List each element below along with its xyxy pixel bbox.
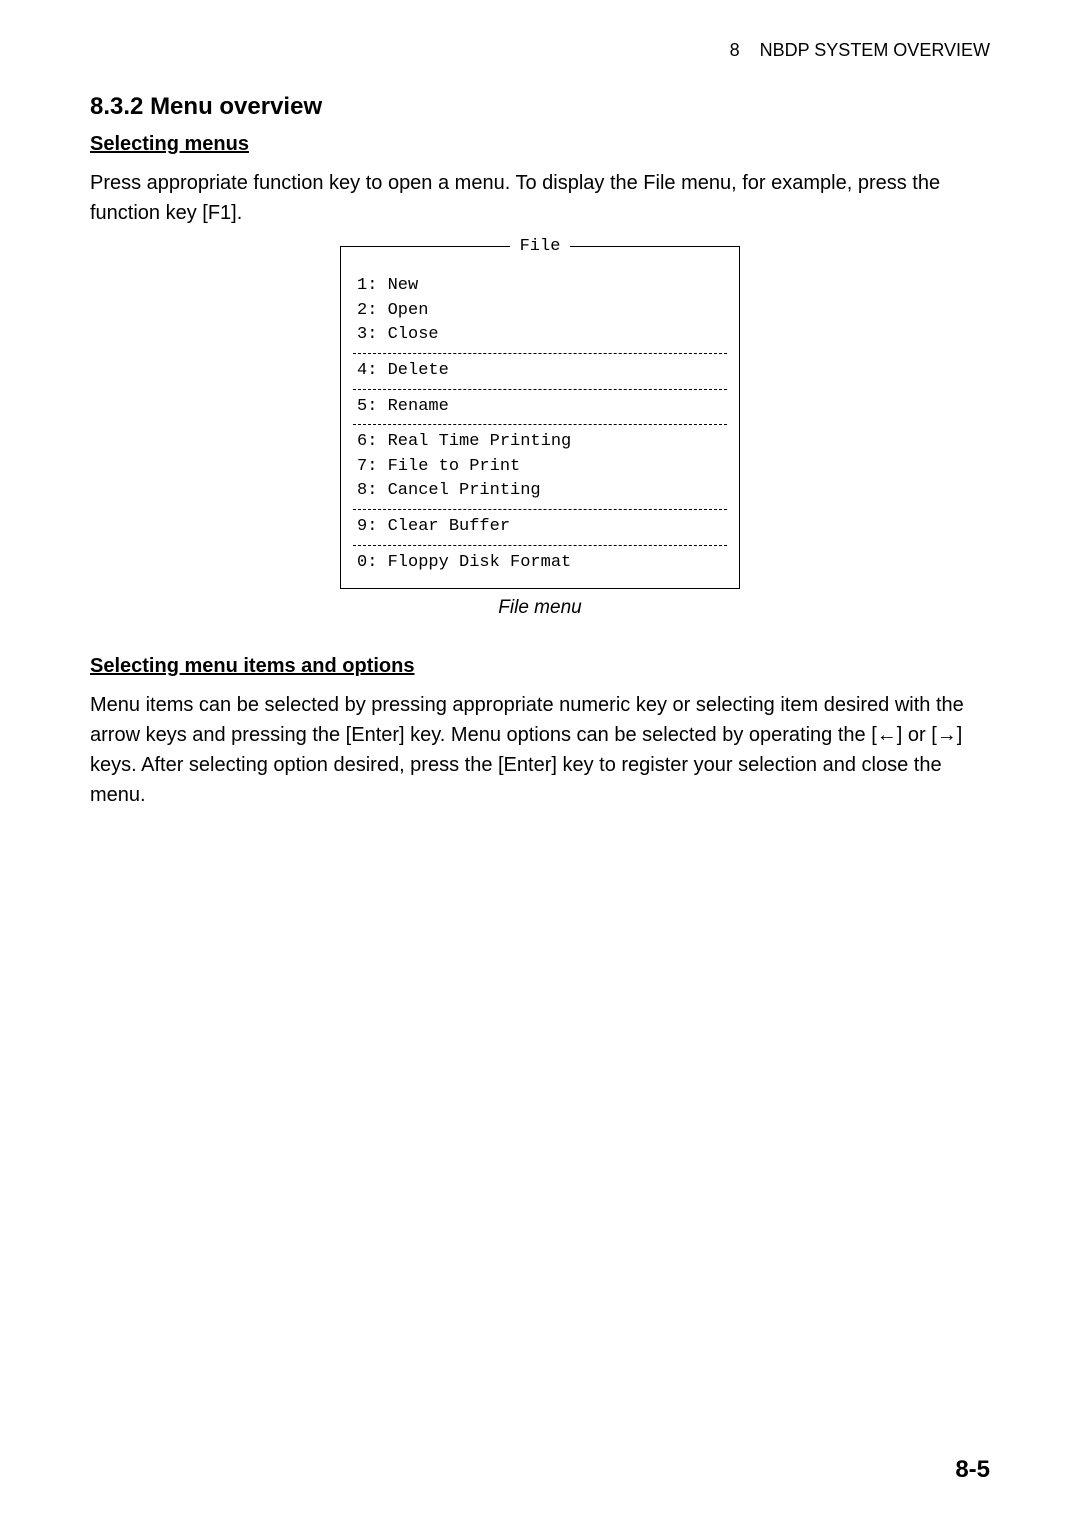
file-menu-figure: File 1: New 2: Open 3: Close 4: Delete 5… bbox=[90, 246, 990, 589]
menu-separator bbox=[353, 353, 727, 354]
page-number: 8-5 bbox=[955, 1456, 990, 1484]
menu-item-clear-buffer: 9: Clear Buffer bbox=[357, 515, 723, 540]
file-menu-group1: 1: New 2: Open 3: Close bbox=[353, 271, 727, 351]
file-menu-group5: 9: Clear Buffer bbox=[353, 512, 727, 543]
menu-item-cancel-printing: 8: Cancel Printing bbox=[357, 479, 723, 504]
menu-item-floppy-disk-format: 0: Floppy Disk Format bbox=[357, 551, 723, 576]
menu-item-real-time-printing: 6: Real Time Printing bbox=[357, 430, 723, 455]
section-number: 8.3.2 bbox=[90, 93, 143, 120]
menu-item-file-to-print: 7: File to Print bbox=[357, 455, 723, 480]
file-menu-caption: File menu bbox=[90, 597, 990, 619]
section-heading: 8.3.2 Menu overview bbox=[90, 93, 990, 121]
file-menu-title: File bbox=[510, 237, 571, 256]
file-menu-group3: 5: Rename bbox=[353, 392, 727, 423]
file-menu-group6: 0: Floppy Disk Format bbox=[353, 548, 727, 579]
file-menu-box: File 1: New 2: Open 3: Close 4: Delete 5… bbox=[340, 246, 740, 589]
menu-item-rename: 5: Rename bbox=[357, 395, 723, 420]
menu-item-delete: 4: Delete bbox=[357, 359, 723, 384]
page-header: 8 NBDP SYSTEM OVERVIEW bbox=[90, 40, 990, 61]
selecting-items-heading: Selecting menu items and options bbox=[90, 655, 990, 678]
menu-item-close: 3: Close bbox=[357, 323, 723, 348]
menu-item-open: 2: Open bbox=[357, 299, 723, 324]
section-title: Menu overview bbox=[150, 93, 322, 120]
selecting-items-paragraph: Menu items can be selected by pressing a… bbox=[90, 690, 990, 810]
file-menu-group2: 4: Delete bbox=[353, 356, 727, 387]
selecting-menus-heading: Selecting menus bbox=[90, 133, 990, 156]
menu-item-new: 1: New bbox=[357, 274, 723, 299]
selecting-menus-paragraph: Press appropriate function key to open a… bbox=[90, 168, 990, 228]
file-menu-title-wrap: File bbox=[341, 235, 739, 260]
menu-separator bbox=[353, 389, 727, 390]
menu-separator bbox=[353, 424, 727, 425]
chapter-number: 8 bbox=[730, 40, 740, 60]
chapter-title: NBDP SYSTEM OVERVIEW bbox=[760, 40, 990, 60]
menu-separator bbox=[353, 545, 727, 546]
file-menu-group4: 6: Real Time Printing 7: File to Print 8… bbox=[353, 427, 727, 507]
menu-separator bbox=[353, 509, 727, 510]
